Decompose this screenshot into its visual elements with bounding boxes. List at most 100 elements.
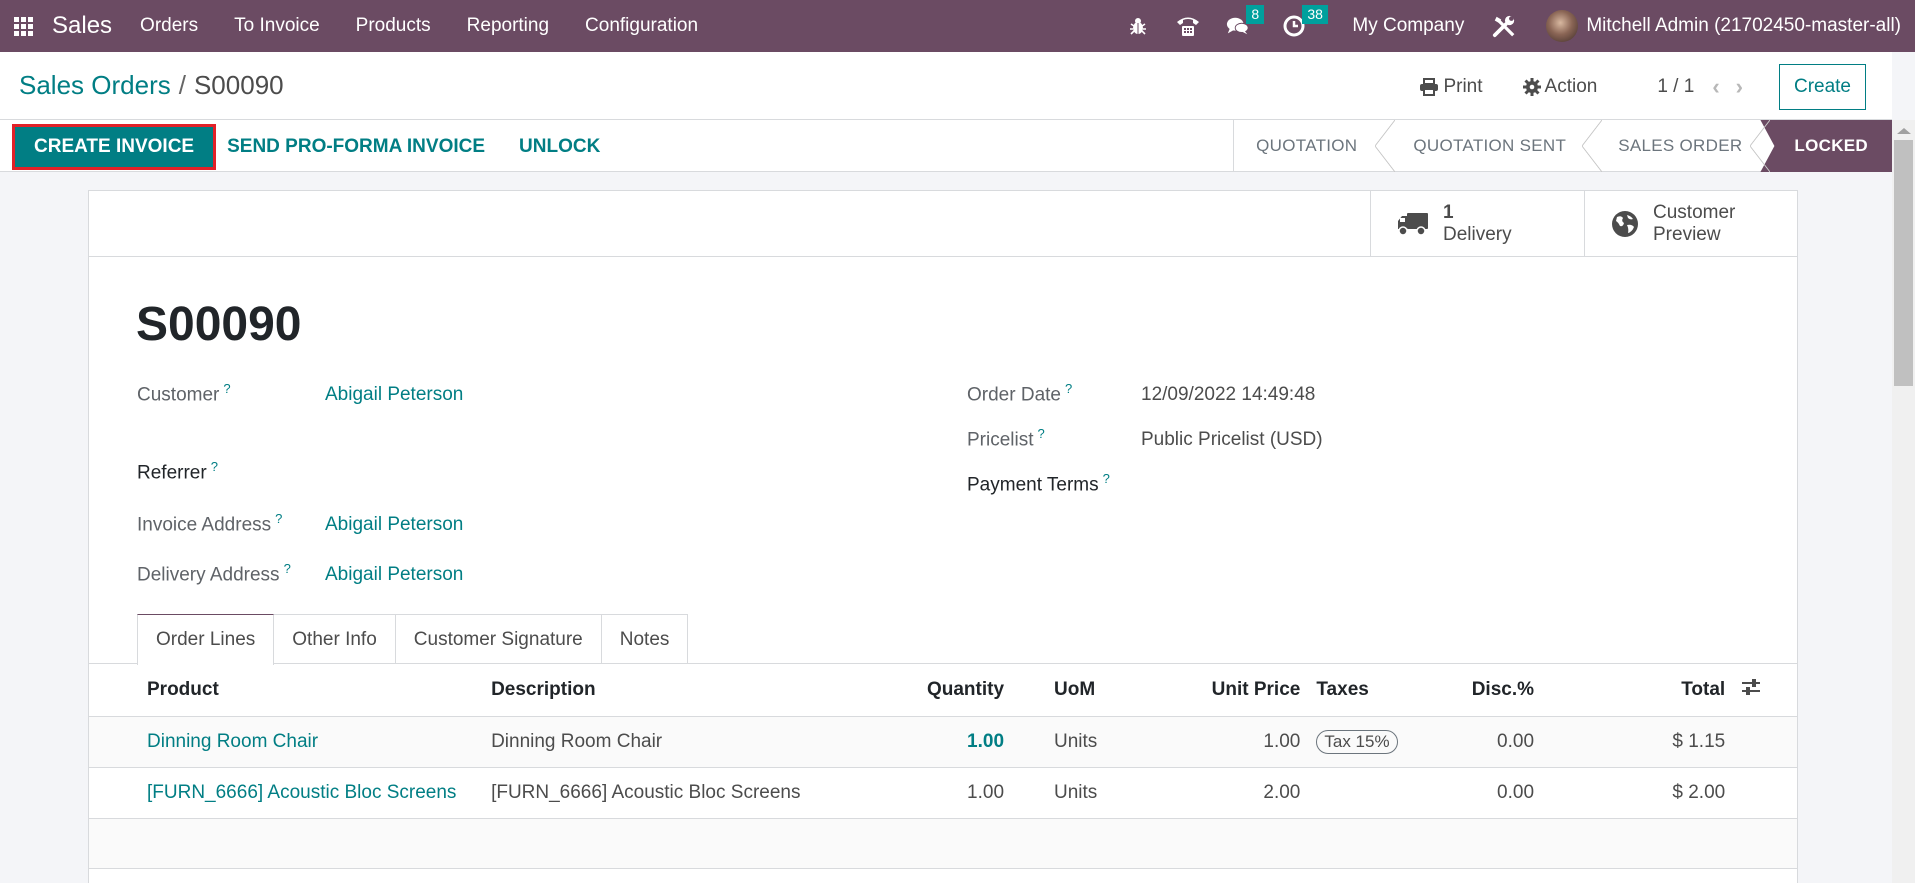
create-invoice-button[interactable]: CREATE INVOICE bbox=[11, 124, 217, 170]
user-menu[interactable]: Mitchell Admin (21702450-master-all) bbox=[1586, 15, 1901, 37]
create-button[interactable]: Create bbox=[1778, 64, 1866, 110]
phone-icon[interactable] bbox=[1176, 14, 1200, 38]
customer-preview-line2: Preview bbox=[1653, 223, 1721, 245]
invoice-address-label: Invoice Address bbox=[137, 514, 272, 536]
order-line-row[interactable]: Dinning Room Chair Dinning Room Chair 1.… bbox=[89, 716, 1797, 768]
tab-order-lines[interactable]: Order Lines bbox=[137, 614, 275, 665]
pricelist-label: Pricelist bbox=[967, 429, 1034, 451]
tab-notes[interactable]: Notes bbox=[600, 614, 689, 664]
column-uom[interactable]: UoM bbox=[1012, 664, 1151, 717]
line-discount[interactable]: 0.00 bbox=[1425, 716, 1543, 768]
status-bar: CREATE INVOICE SEND PRO-FORMA INVOICE UN… bbox=[0, 120, 1892, 172]
notebook-tabs: Order Lines Other Info Customer Signatur… bbox=[137, 614, 689, 665]
column-quantity[interactable]: Quantity bbox=[886, 664, 1013, 717]
print-label: Print bbox=[1443, 76, 1483, 97]
stage-quotation-sent[interactable]: QUOTATION SENT bbox=[1385, 120, 1602, 172]
invoice-address-value[interactable]: Abigail Peterson bbox=[325, 514, 463, 536]
menu-reporting[interactable]: Reporting bbox=[467, 15, 549, 37]
action-button[interactable]: Action bbox=[1522, 76, 1597, 98]
help-icon[interactable]: ? bbox=[1103, 471, 1110, 486]
optional-columns-toggle[interactable] bbox=[1733, 664, 1797, 717]
help-icon[interactable]: ? bbox=[275, 511, 282, 526]
pager-value[interactable]: 1 / 1 bbox=[1657, 76, 1694, 98]
company-switcher[interactable]: My Company bbox=[1352, 15, 1464, 37]
referrer-label: Referrer bbox=[137, 462, 207, 484]
delivery-count: 1 bbox=[1443, 201, 1454, 223]
delivery-smart-button[interactable]: 1 Delivery bbox=[1370, 191, 1584, 256]
column-taxes[interactable]: Taxes bbox=[1308, 664, 1426, 717]
line-product[interactable]: [FURN_6666] Acoustic Bloc Screens bbox=[89, 767, 484, 819]
messages-count-badge: 8 bbox=[1246, 5, 1265, 24]
page-scrollbar[interactable] bbox=[1892, 120, 1915, 883]
order-lines-table: Product Description Quantity UoM Unit Pr… bbox=[89, 664, 1797, 869]
column-description[interactable]: Description bbox=[483, 664, 887, 717]
line-description[interactable]: Dinning Room Chair bbox=[483, 716, 887, 768]
line-quantity[interactable]: 1.00 bbox=[886, 767, 1013, 819]
order-line-row[interactable]: [FURN_6666] Acoustic Bloc Screens [FURN_… bbox=[89, 767, 1797, 819]
delivery-address-value[interactable]: Abigail Peterson bbox=[325, 564, 463, 586]
pricelist-value: Public Pricelist (USD) bbox=[1141, 429, 1323, 451]
user-avatar[interactable] bbox=[1546, 10, 1579, 42]
send-pro-forma-invoice-button[interactable]: SEND PRO-FORMA INVOICE bbox=[227, 127, 505, 167]
menu-products[interactable]: Products bbox=[356, 15, 431, 37]
customer-field: Customer? Abigail Peterson bbox=[137, 381, 463, 406]
line-uom[interactable]: Units bbox=[1012, 716, 1151, 768]
form-sheet: 1 Delivery Customer Preview S00090 Custo… bbox=[88, 190, 1798, 883]
tools-icon[interactable] bbox=[1492, 14, 1516, 38]
stage-quotation[interactable]: QUOTATION bbox=[1234, 120, 1396, 172]
help-icon[interactable]: ? bbox=[223, 381, 230, 396]
help-icon[interactable]: ? bbox=[1065, 381, 1072, 396]
line-discount[interactable]: 0.00 bbox=[1425, 767, 1543, 819]
customer-value[interactable]: Abigail Peterson bbox=[325, 384, 463, 406]
chat-icon[interactable]: 8 bbox=[1226, 5, 1265, 38]
pager-previous-button[interactable]: ‹ bbox=[1712, 74, 1719, 100]
tab-customer-signature[interactable]: Customer Signature bbox=[394, 614, 602, 664]
column-unit-price[interactable]: Unit Price bbox=[1150, 664, 1309, 717]
clock-icon[interactable]: 38 bbox=[1282, 5, 1328, 38]
print-button[interactable]: Print bbox=[1419, 76, 1483, 98]
delivery-stat: 1 Delivery bbox=[1443, 202, 1512, 246]
menu-to-invoice[interactable]: To Invoice bbox=[234, 15, 320, 37]
breadcrumb-sales-orders[interactable]: Sales Orders bbox=[19, 70, 171, 100]
stage-sales-order[interactable]: SALES ORDER bbox=[1592, 120, 1771, 172]
line-taxes[interactable] bbox=[1308, 767, 1426, 819]
scroll-up-arrow-icon[interactable] bbox=[1897, 128, 1911, 134]
column-total[interactable]: Total bbox=[1542, 664, 1734, 717]
apps-menu-button[interactable] bbox=[0, 0, 46, 52]
app-name[interactable]: Sales bbox=[52, 12, 112, 40]
order-reference-title: S00090 bbox=[136, 298, 302, 351]
scrollbar-thumb[interactable] bbox=[1894, 140, 1913, 386]
help-icon[interactable]: ? bbox=[284, 561, 291, 576]
column-discount[interactable]: Disc.% bbox=[1425, 664, 1543, 717]
customer-preview-line1: Customer bbox=[1653, 201, 1736, 223]
line-product[interactable]: Dinning Room Chair bbox=[89, 716, 484, 768]
breadcrumb-separator: / bbox=[178, 70, 186, 100]
line-quantity[interactable]: 1.00 bbox=[886, 716, 1013, 768]
delivery-address-label: Delivery Address bbox=[137, 564, 280, 586]
column-product[interactable]: Product bbox=[89, 664, 484, 717]
menu-configuration[interactable]: Configuration bbox=[585, 15, 698, 37]
menu-orders[interactable]: Orders bbox=[140, 15, 198, 37]
control-panel: Sales Orders / S00090 Print Action 1 / 1 ‹… bbox=[0, 52, 1892, 120]
activities-count-badge: 38 bbox=[1302, 5, 1328, 24]
delivery-address-field: Delivery Address? Abigail Peterson bbox=[137, 561, 463, 586]
tab-other-info[interactable]: Other Info bbox=[273, 614, 396, 664]
line-unit-price[interactable]: 2.00 bbox=[1150, 767, 1309, 819]
line-unit-price[interactable]: 1.00 bbox=[1150, 716, 1309, 768]
help-icon[interactable]: ? bbox=[1038, 426, 1045, 441]
header-buttons: CREATE INVOICE SEND PRO-FORMA INVOICE UN… bbox=[11, 124, 620, 170]
line-total: $ 1.15 bbox=[1542, 716, 1734, 768]
pager-next-button[interactable]: › bbox=[1736, 74, 1743, 100]
unlock-button[interactable]: UNLOCK bbox=[519, 127, 620, 167]
empty-table-row bbox=[89, 818, 1797, 869]
help-icon[interactable]: ? bbox=[211, 459, 218, 474]
apps-grid-icon bbox=[13, 16, 33, 36]
customer-preview-smart-button[interactable]: Customer Preview bbox=[1584, 191, 1798, 256]
line-description[interactable]: [FURN_6666] Acoustic Bloc Screens bbox=[483, 767, 887, 819]
globe-icon bbox=[1612, 210, 1638, 237]
gear-icon bbox=[1522, 78, 1541, 96]
bug-icon[interactable] bbox=[1126, 14, 1150, 38]
line-uom[interactable]: Units bbox=[1012, 767, 1151, 819]
referrer-field: Referrer? bbox=[137, 459, 218, 484]
line-taxes[interactable]: Tax 15% bbox=[1308, 716, 1426, 768]
